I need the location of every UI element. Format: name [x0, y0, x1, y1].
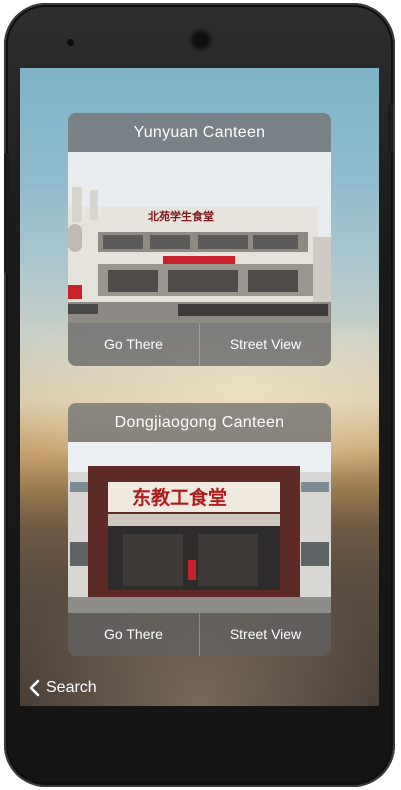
- canteen-photo: 北苑学生食堂: [68, 152, 331, 323]
- card-actions: Go There Street View: [68, 323, 331, 366]
- building-sign: 东教工食堂: [132, 486, 227, 509]
- canteen-photo-image: 东教工食堂: [68, 442, 331, 613]
- front-camera: [67, 39, 74, 46]
- card-actions: Go There Street View: [68, 613, 331, 656]
- canteen-photo: 东教工食堂: [68, 442, 331, 613]
- volume-button: [4, 153, 10, 273]
- back-label: Search: [46, 679, 97, 696]
- canteen-card-yunyuan: Yunyuan Canteen 北苑学生食堂 Go There Street V…: [68, 113, 331, 366]
- canteen-card-dongjiaogong: Dongjiaogong Canteen 东教工食堂 Go There Stre…: [68, 403, 331, 656]
- back-to-search-button[interactable]: Search: [28, 676, 97, 700]
- canteen-photo-image: 北苑学生食堂: [68, 152, 331, 323]
- go-there-button[interactable]: Go There: [68, 323, 199, 366]
- power-button: [388, 103, 393, 153]
- card-title: Yunyuan Canteen: [68, 113, 331, 152]
- street-view-button[interactable]: Street View: [200, 323, 331, 366]
- card-title: Dongjiaogong Canteen: [68, 403, 331, 442]
- app-screen: Yunyuan Canteen 北苑学生食堂 Go There Street V…: [20, 68, 379, 706]
- chevron-left-icon: [29, 679, 40, 697]
- earpiece-speaker: [191, 30, 211, 50]
- street-view-button[interactable]: Street View: [200, 613, 331, 656]
- go-there-button[interactable]: Go There: [68, 613, 199, 656]
- building-sign: 北苑学生食堂: [148, 209, 214, 223]
